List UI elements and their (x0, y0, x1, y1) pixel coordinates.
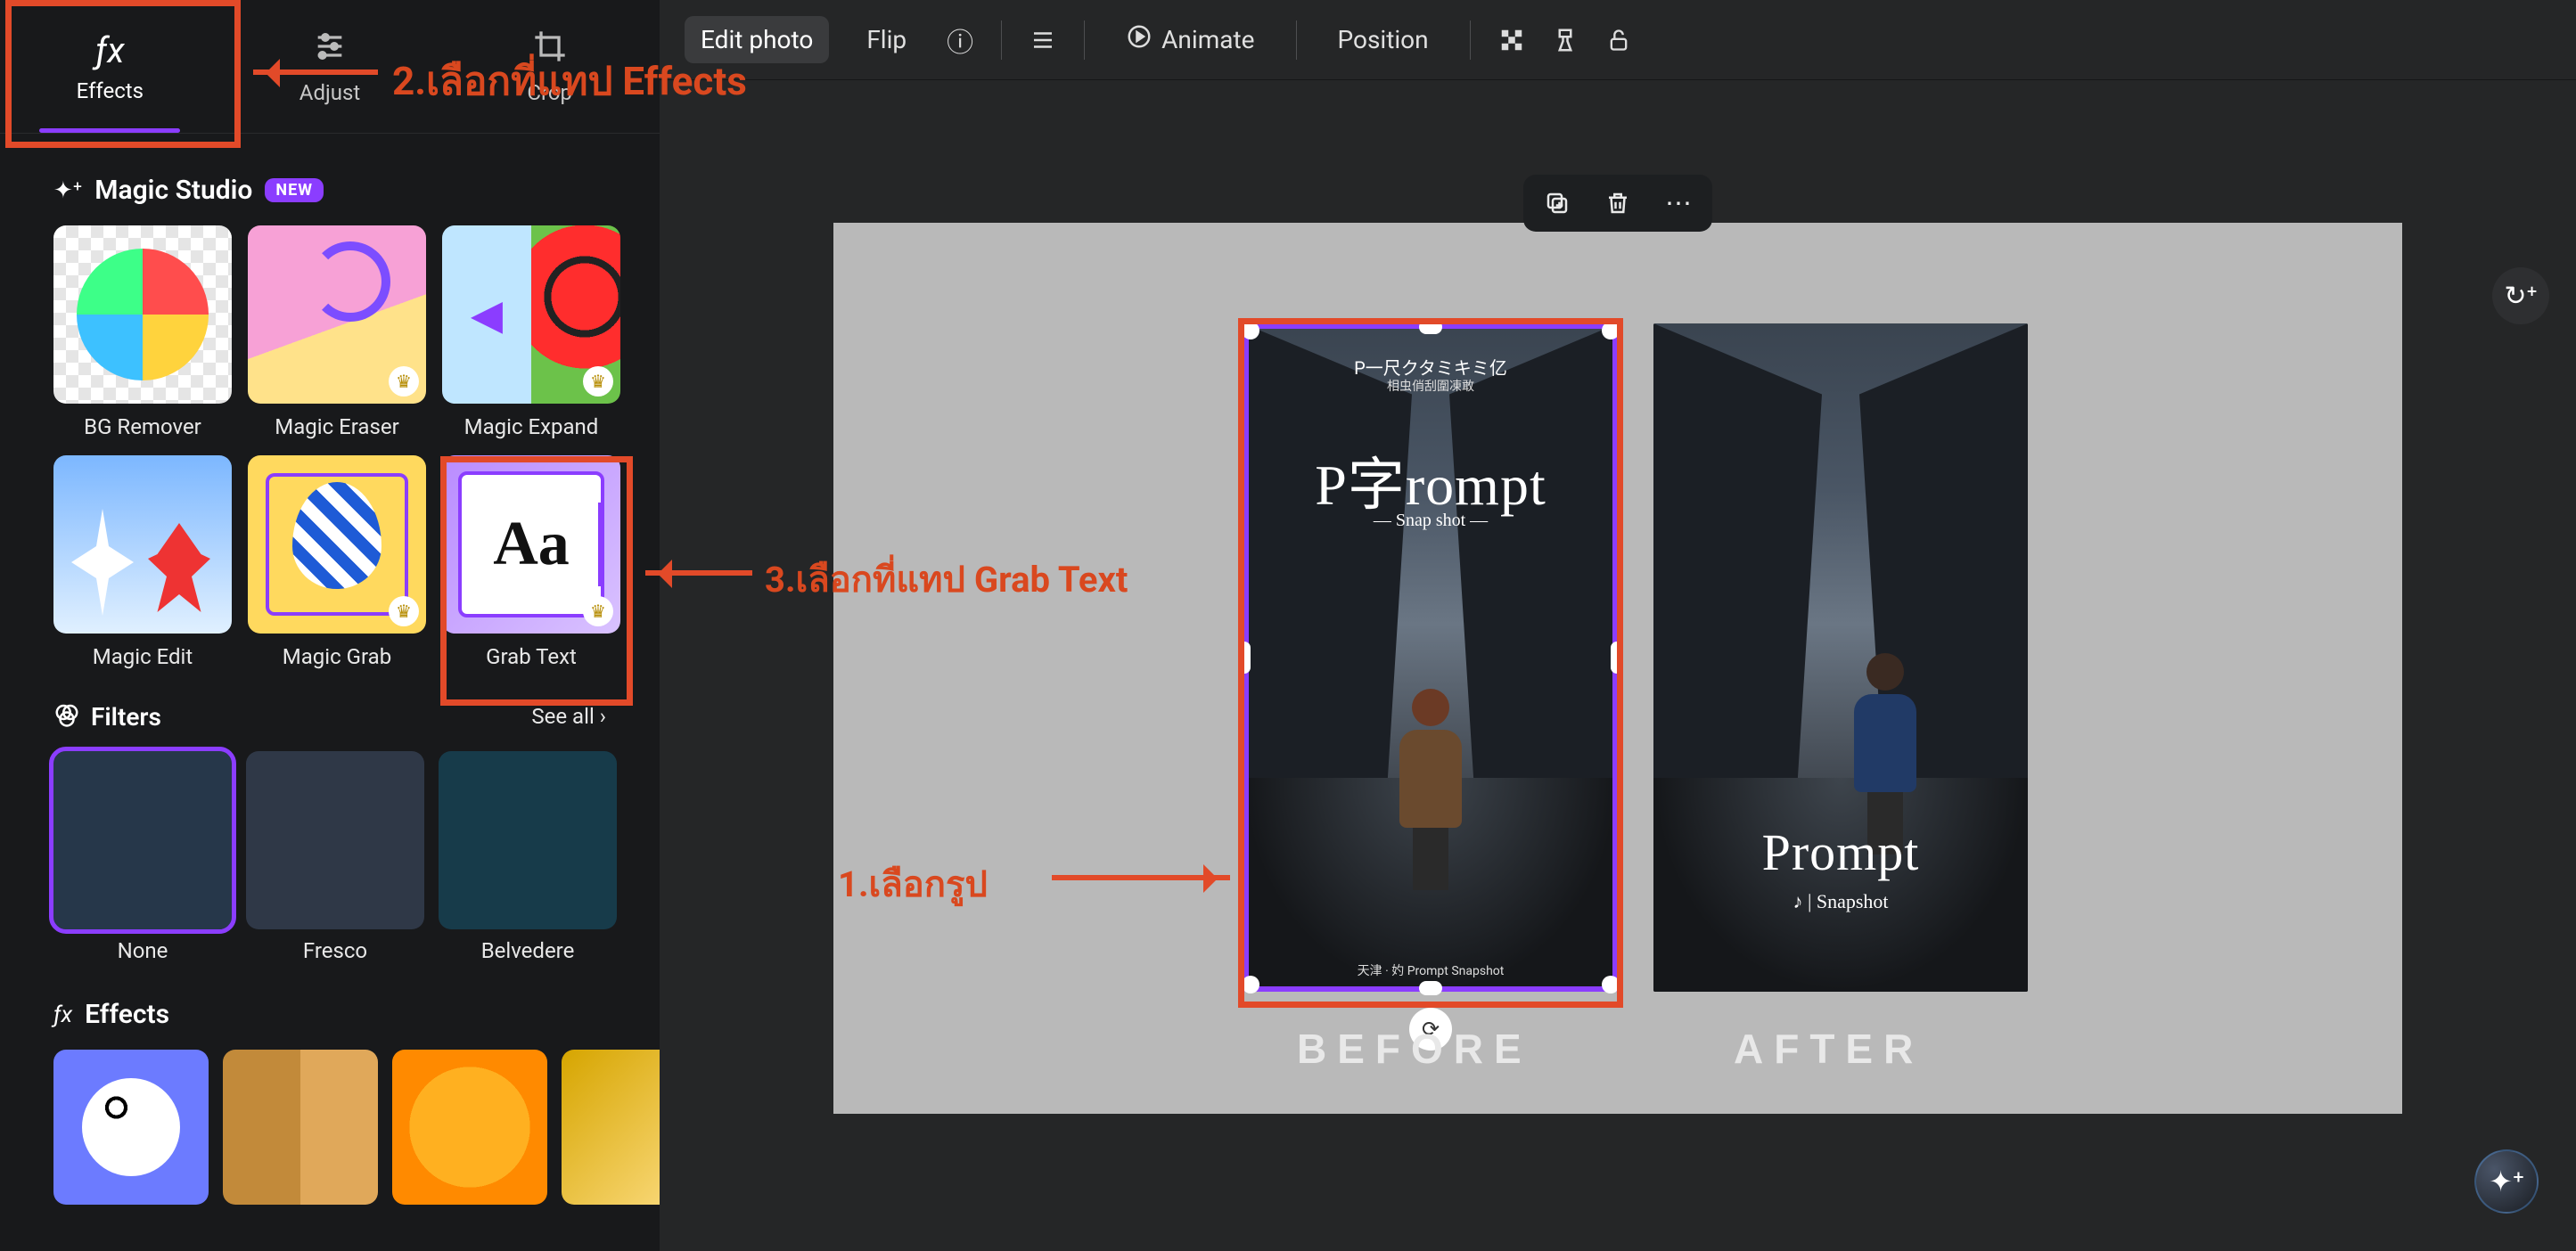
canvas-wrap: ⋯ P一尺クタミキミ亿 相虫俏刮圍凍敢 P字rompt — Snap shot … (660, 80, 2576, 1251)
filter-none-label: None (118, 938, 168, 963)
crown-icon: ♛ (583, 366, 613, 397)
filter-belvedere[interactable]: Belvedere (439, 751, 617, 963)
filters-row: None Fresco Belvedere (53, 751, 606, 963)
list-icon[interactable] (1027, 24, 1059, 56)
magic-fab-button[interactable]: ✦⁺ (2474, 1149, 2539, 1214)
crown-icon: ♛ (389, 596, 419, 626)
tile-magic-expand[interactable]: ◄♛ Magic Expand (442, 225, 620, 439)
animate-label: Animate (1161, 25, 1254, 54)
main-area: Edit photo Flip ⓘ Animate Position (660, 0, 2576, 1251)
fx-icon: ƒx (95, 29, 124, 71)
tile-magic-expand-label: Magic Expand (464, 414, 599, 439)
tile-bg-remover-label: BG Remover (84, 414, 201, 439)
effect-autofocus[interactable] (562, 1050, 660, 1205)
tab-adjust-label: Adjust (299, 80, 360, 105)
lock-icon[interactable] (1603, 24, 1635, 56)
before-title: P字rompt (1243, 439, 1618, 521)
magic-studio-grid: BG Remover ♛ Magic Eraser ◄♛ Magic Expan… (53, 225, 606, 669)
flip-label: Flip (866, 25, 907, 54)
after-subtitle: ♪ | Snapshot (1653, 890, 2028, 913)
filter-fresco-label: Fresco (303, 938, 367, 963)
before-image[interactable]: P一尺クタミキミ亿 相虫俏刮圍凍敢 P字rompt — Snap shot — … (1243, 323, 1618, 992)
effects-sidebar: ƒx Effects Adjust Crop ✦⁺ Magic Studio (0, 0, 660, 1251)
flip-button[interactable]: Flip (850, 16, 923, 63)
fx-icon: ƒx (53, 1002, 72, 1028)
see-all-label: See all (531, 704, 594, 729)
more-icon[interactable]: ⋯ (1661, 185, 1696, 221)
before-caption: BEFORE (1297, 1025, 1532, 1073)
tile-bg-remover[interactable]: BG Remover (53, 225, 232, 439)
sliders-icon (312, 29, 348, 73)
duplicate-icon[interactable] (1539, 185, 1575, 221)
position-label: Position (1338, 25, 1429, 54)
sparkle-icon: ✦⁺ (53, 177, 82, 204)
tile-magic-grab-label: Magic Grab (283, 644, 391, 669)
before-jp2: 相虫俏刮圍凍敢 (1243, 377, 1618, 395)
transparency-icon[interactable] (1496, 24, 1528, 56)
after-image[interactable]: Prompt ♪ | Snapshot (1653, 323, 2028, 992)
grab-text-glyph: Aa (458, 471, 604, 617)
after-caption: AFTER (1734, 1025, 1924, 1073)
chevron-right-icon: › (600, 704, 606, 729)
ai-suggest-button[interactable]: ↻⁺ (2492, 267, 2549, 324)
new-badge: NEW (265, 178, 324, 202)
effect-duotone[interactable] (223, 1050, 378, 1205)
tile-magic-eraser-label: Magic Eraser (275, 414, 398, 439)
effects-row (53, 1050, 606, 1205)
filters-title: Filters (91, 702, 161, 732)
filter-none[interactable]: None (53, 751, 232, 963)
delete-icon[interactable] (1600, 185, 1636, 221)
before-credits: 天津 · 妁 Prompt Snapshot (1243, 961, 1618, 979)
effects-title: Effects (85, 999, 169, 1030)
annotation-arrow-step2 (253, 70, 378, 75)
tile-magic-eraser[interactable]: ♛ Magic Eraser (248, 225, 426, 439)
annotation-step1: 1.เลือกรูป (838, 855, 988, 912)
annotation-arrow-step3 (645, 570, 752, 576)
see-all-filters[interactable]: See all › (531, 704, 606, 729)
after-title: Prompt (1653, 822, 2028, 882)
annotation-step2: 2.เลือกที่แทป Effects (392, 50, 747, 112)
magic-studio-title: Magic Studio (94, 175, 252, 206)
animate-icon (1126, 23, 1153, 56)
effect-blur[interactable] (392, 1050, 547, 1205)
tile-grab-text-label: Grab Text (486, 644, 577, 669)
before-jp1: P一尺クタミキミ亿 (1243, 354, 1618, 380)
effect-shadow[interactable] (53, 1050, 209, 1205)
tile-magic-grab[interactable]: ♛ Magic Grab (248, 455, 426, 669)
crown-icon: ♛ (583, 596, 613, 626)
annotation-arrow-step1 (1052, 875, 1230, 880)
before-subtitle: — Snap shot — (1243, 511, 1618, 531)
tile-grab-text[interactable]: Aa♛ Grab Text (442, 455, 620, 669)
position-button[interactable]: Position (1322, 16, 1445, 63)
design-page[interactable]: ⋯ P一尺クタミキミ亿 相虫俏刮圍凍敢 P字rompt — Snap shot … (833, 223, 2402, 1114)
tile-magic-edit[interactable]: Magic Edit (53, 455, 232, 669)
tab-effects-label: Effects (77, 78, 144, 103)
context-toolbar: Edit photo Flip ⓘ Animate Position (660, 0, 2576, 80)
filters-icon (53, 701, 80, 732)
filter-belvedere-label: Belvedere (481, 938, 575, 963)
copy-style-icon[interactable] (1549, 24, 1581, 56)
tab-effects[interactable]: ƒx Effects (0, 0, 220, 133)
animate-button[interactable]: Animate (1110, 14, 1270, 65)
magic-studio-header: ✦⁺ Magic Studio NEW (53, 175, 606, 206)
filter-fresco[interactable]: Fresco (246, 751, 424, 963)
tile-magic-edit-label: Magic Edit (93, 644, 193, 669)
annotation-step3: 3.เลือกที่แทป Grab Text (765, 551, 1128, 608)
info-icon[interactable]: ⓘ (944, 24, 976, 56)
crown-icon: ♛ (389, 366, 419, 397)
filters-header: Filters See all › (53, 701, 606, 732)
effects-header: ƒx Effects (53, 999, 606, 1030)
floating-toolbar: ⋯ (1523, 175, 1712, 232)
